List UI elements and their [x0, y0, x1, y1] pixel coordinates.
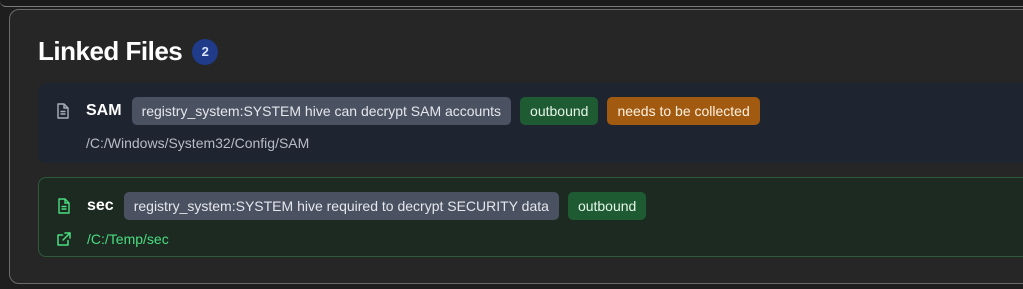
- external-link-icon[interactable]: [55, 230, 73, 248]
- collection-status-badge: needs to be collected: [607, 97, 760, 125]
- relationship-tag: registry_system:SYSTEM hive can decrypt …: [131, 97, 512, 125]
- file-icon: [54, 102, 72, 120]
- linked-files-panel: Linked Files 2 SAM registry_system:SYSTE…: [9, 9, 1023, 284]
- file-path-link[interactable]: /C:/Temp/sec: [87, 231, 169, 247]
- previous-panel-edge: [0, 0, 1023, 7]
- file-name[interactable]: SAM: [86, 102, 122, 120]
- linked-file-card-sam[interactable]: SAM registry_system:SYSTEM hive can decr…: [38, 83, 1023, 163]
- linked-file-card-sec[interactable]: sec registry_system:SYSTEM hive required…: [38, 177, 1023, 257]
- file-icon: [55, 197, 73, 215]
- relationship-tag: registry_system:SYSTEM hive required to …: [123, 192, 559, 220]
- direction-badge: outbound: [567, 192, 647, 220]
- file-path: /C:/Windows/System32/Config/SAM: [86, 135, 310, 151]
- panel-title: Linked Files: [38, 36, 183, 66]
- linked-files-count-badge: 2: [192, 38, 219, 65]
- direction-badge: outbound: [520, 97, 599, 125]
- file-name[interactable]: sec: [87, 197, 114, 215]
- panel-header: Linked Files 2: [38, 36, 219, 67]
